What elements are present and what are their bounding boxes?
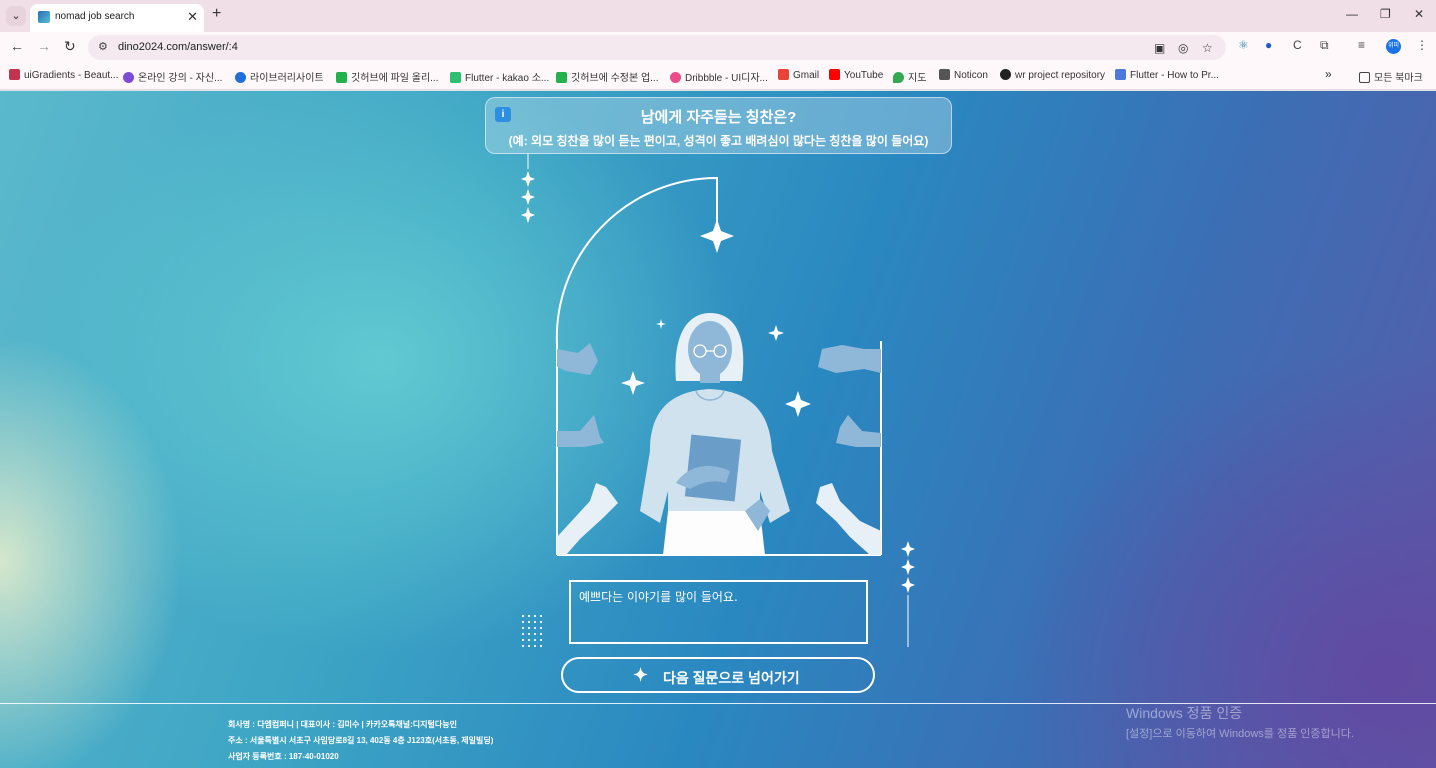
youtube-icon — [829, 69, 840, 80]
bookmark-favicon-icon — [670, 72, 681, 83]
back-icon[interactable]: ← — [10, 38, 24, 54]
bookmark-item[interactable]: 깃허브에 수정본 업... — [556, 69, 659, 84]
answer-input[interactable] — [569, 580, 868, 644]
bookmark-item[interactable]: 온라인 강의 - 자신... — [123, 69, 222, 84]
install-app-icon[interactable]: ▣ — [1154, 41, 1165, 55]
bookmark-star-icon[interactable]: ☆ — [1202, 41, 1213, 55]
menu-kebab-icon[interactable]: ⋮ — [1416, 38, 1428, 52]
folder-icon — [1359, 72, 1370, 83]
noticon-icon — [939, 69, 950, 80]
bookmark-favicon-icon — [1115, 69, 1126, 80]
extension-globe-icon[interactable]: ● — [1265, 38, 1272, 52]
bookmark-item[interactable]: wr project repository — [1000, 69, 1105, 81]
gmail-icon — [778, 69, 789, 80]
bookmark-item[interactable]: Noticon — [939, 69, 988, 81]
footer-address: 주소 : 서울특별시 서초구 사임당로8길 13, 402동 4층 J123호(… — [228, 736, 494, 745]
address-bar[interactable]: ⚙ dino2024.com/answer/:4 ▣ ◎ ☆ — [88, 35, 1226, 60]
bookmarks-bar: uiGradients - Beaut... 온라인 강의 - 자신... 라이… — [0, 62, 1436, 90]
extension-c-icon[interactable]: C — [1293, 38, 1302, 52]
active-tab[interactable]: nomad job search ✕ — [30, 4, 204, 32]
bookmark-favicon-icon — [235, 72, 246, 83]
bookmark-favicon-icon — [450, 72, 461, 83]
tab-bar: ⌄ nomad job search ✕ + — ❐ ✕ — [0, 0, 1436, 32]
footer-company: 회사명 : 다엠컴퍼니 | 대표이사 : 김미수 | 카카오톡채널:디지털다능인 — [228, 720, 457, 729]
bookmark-item[interactable]: uiGradients - Beaut... — [9, 69, 119, 81]
profile-avatar[interactable]: 위피 — [1386, 39, 1401, 54]
close-tab-icon[interactable]: ✕ — [187, 9, 198, 25]
dot-grid-decoration — [520, 613, 544, 649]
question-title: 남에게 자주듣는 칭찬은? — [640, 109, 797, 126]
watermark-title: Windows 정품 인증 — [1126, 705, 1243, 721]
windows-activation-watermark: Windows 정품 인증 [설정]으로 이동하여 Windows를 정품 인증… — [1126, 703, 1354, 741]
footer-registration: 사업자 등록번호 : 187-40-01020 — [228, 752, 339, 761]
new-tab-icon[interactable]: + — [212, 5, 221, 23]
bookmark-item[interactable]: 깃허브에 파일 올리... — [336, 69, 439, 84]
browser-toolbar: ← → ↻ ⚙ dino2024.com/answer/:4 ▣ ◎ ☆ — [0, 32, 1436, 62]
bookmark-favicon-icon — [336, 72, 347, 83]
woman-icon — [640, 313, 790, 555]
next-question-label: 다음 질문으로 넘어가기 — [663, 670, 800, 686]
maps-icon — [893, 72, 904, 83]
sparkle-icon — [700, 219, 734, 253]
footer-info: 회사명 : 다엠컴퍼니 | 대표이사 : 김미수 | 카카오톡채널:디지털다능인… — [228, 717, 493, 765]
close-window-icon[interactable]: ✕ — [1414, 7, 1424, 21]
bookmark-item[interactable]: Gmail — [778, 69, 819, 81]
bookmark-item[interactable]: Flutter - How to Pr... — [1115, 69, 1219, 81]
bookmark-favicon-icon — [9, 69, 20, 80]
eye-off-icon[interactable]: ◎ — [1178, 41, 1188, 55]
sparkle-icon — [521, 171, 535, 223]
question-example: (예: 외모 칭찬을 많이 듣는 편이고, 성격이 좋고 배려심이 많다는 칭찬… — [508, 134, 929, 148]
bookmark-item[interactable]: Flutter - kakao 소... — [450, 69, 549, 84]
github-icon — [1000, 69, 1011, 80]
next-question-button[interactable]: ✦ 다음 질문으로 넘어가기 — [561, 657, 875, 693]
site-favicon-icon — [38, 11, 50, 23]
question-card: i 남에게 자주듣는 칭찬은? (예: 외모 칭찬을 많이 듣는 편이고, 성격… — [485, 97, 952, 154]
bookmark-item[interactable]: YouTube — [829, 69, 883, 81]
compliment-illustration — [521, 154, 915, 647]
all-bookmarks-folder[interactable]: 모든 북마크 — [1359, 69, 1423, 84]
forward-icon[interactable]: → — [37, 38, 51, 54]
minimize-icon[interactable]: — — [1346, 7, 1358, 21]
page-content: i 남에게 자주듣는 칭찬은? (예: 외모 칭찬을 많이 듣는 편이고, 성격… — [0, 91, 1436, 768]
site-info-icon[interactable]: ⚙ — [98, 40, 108, 53]
reading-list-icon[interactable]: ≡ — [1358, 38, 1365, 52]
extensions-puzzle-icon[interactable]: ⧉ — [1320, 38, 1329, 53]
bookmark-favicon-icon — [123, 72, 134, 83]
bookmark-favicon-icon — [556, 72, 567, 83]
reload-icon[interactable]: ↻ — [64, 38, 76, 55]
more-bookmarks-icon[interactable]: » — [1325, 67, 1332, 81]
tab-search-icon[interactable]: ⌄ — [6, 6, 26, 26]
bookmark-item[interactable]: 라이브러리사이트 — [235, 69, 324, 84]
restore-icon[interactable]: ❐ — [1380, 7, 1391, 21]
tab-title: nomad job search — [55, 11, 135, 22]
watermark-text: [설정]으로 이동하여 Windows를 정품 인증합니다. — [1126, 728, 1354, 740]
sparkle-icon — [901, 541, 915, 593]
url-text[interactable]: dino2024.com/answer/:4 — [118, 41, 238, 53]
bookmark-item[interactable]: Dribbble - UI디자... — [670, 69, 768, 84]
sparkle-icon: ✦ — [633, 665, 649, 685]
bookmark-item[interactable]: 지도 — [893, 69, 926, 84]
react-devtools-icon[interactable]: ⚛ — [1238, 38, 1249, 52]
